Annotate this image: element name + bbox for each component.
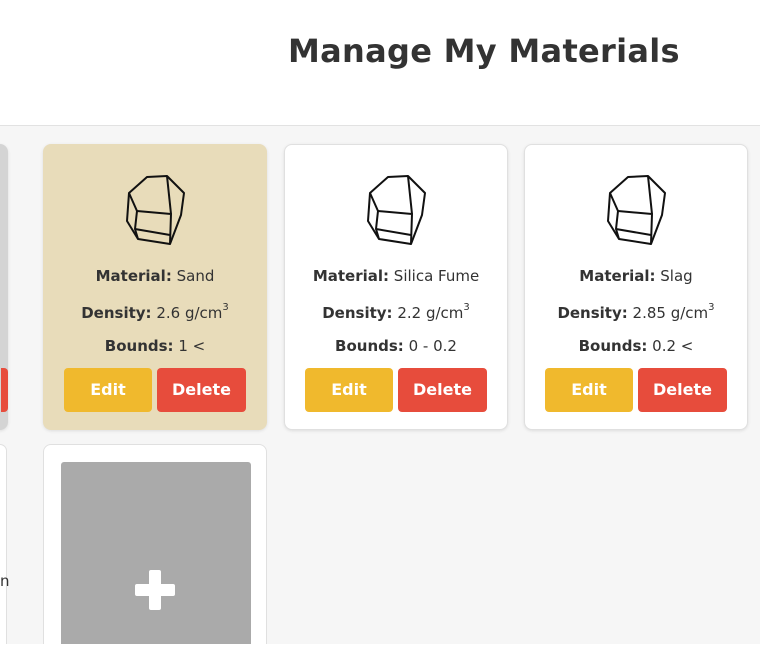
density-value: 2.6 xyxy=(156,304,181,322)
scrollbar-track xyxy=(760,0,768,653)
density-exponent: 3 xyxy=(463,302,470,313)
delete-button[interactable]: Delete xyxy=(157,368,246,412)
bounds-label: Bounds: xyxy=(578,337,648,355)
density-line: Density: 2.2 g/cm3 xyxy=(285,302,507,322)
bounds-label: Bounds: xyxy=(104,337,174,355)
bounds-line: Bounds: 0 - 0.2 xyxy=(285,337,507,355)
material-line: Material: Silica Fume xyxy=(285,267,507,285)
density-unit: g/cm xyxy=(670,304,709,322)
bounds-label: Bounds: xyxy=(335,337,404,355)
delete-button[interactable]: Delete xyxy=(638,368,727,412)
bounds-value: 0 - 0.2 xyxy=(408,337,457,355)
material-card-partial[interactable] xyxy=(0,444,7,644)
rock-icon xyxy=(604,173,668,247)
delete-button[interactable]: Delete xyxy=(398,368,487,412)
material-name: Silica Fume xyxy=(393,267,480,285)
material-card-partial[interactable] xyxy=(0,144,8,430)
rock-icon xyxy=(123,173,187,247)
materials-grid: Material: Sand Density: 2.6 g/cm3 Bounds… xyxy=(0,126,760,644)
density-label: Density: xyxy=(322,304,393,322)
material-name: Sand xyxy=(176,267,215,285)
density-exponent: 3 xyxy=(222,302,229,313)
page-title: Manage My Materials xyxy=(288,32,680,70)
material-label: Material: xyxy=(312,267,390,285)
density-line: Density: 2.6 g/cm3 xyxy=(44,302,266,322)
material-line: Material: Sand xyxy=(44,267,266,285)
density-line: Density: 2.85 g/cm3 xyxy=(525,302,747,322)
edit-button[interactable]: Edit xyxy=(64,368,152,412)
material-line: Material: Slag xyxy=(525,267,747,285)
material-name: Slag xyxy=(660,267,693,285)
density-value: 2.85 xyxy=(632,304,666,322)
material-card[interactable]: Material: Silica Fume Density: 2.2 g/cm3… xyxy=(284,144,508,430)
material-card[interactable]: Material: Slag Density: 2.85 g/cm3 Bound… xyxy=(524,144,748,430)
bounds-value: 1 < xyxy=(178,337,206,355)
edit-button[interactable]: Edit xyxy=(305,368,393,412)
add-material-card[interactable] xyxy=(43,444,267,644)
partial-text: n xyxy=(0,572,10,590)
material-card[interactable]: Material: Sand Density: 2.6 g/cm3 Bounds… xyxy=(43,144,267,430)
material-label: Material: xyxy=(579,267,656,285)
density-exponent: 3 xyxy=(708,302,715,313)
page-header: Manage My Materials xyxy=(0,12,760,126)
bounds-line: Bounds: 1 < xyxy=(44,337,266,355)
delete-button-partial[interactable] xyxy=(1,368,8,412)
edit-button[interactable]: Edit xyxy=(545,368,633,412)
bounds-value: 0.2 < xyxy=(652,337,694,355)
material-label: Material: xyxy=(95,267,172,285)
bounds-line: Bounds: 0.2 < xyxy=(525,337,747,355)
density-label: Density: xyxy=(557,304,628,322)
density-label: Density: xyxy=(81,304,152,322)
rock-icon xyxy=(364,173,428,247)
add-material-button[interactable] xyxy=(61,462,251,644)
density-unit: g/cm xyxy=(425,304,464,322)
density-value: 2.2 xyxy=(397,304,422,322)
density-unit: g/cm xyxy=(184,304,223,322)
